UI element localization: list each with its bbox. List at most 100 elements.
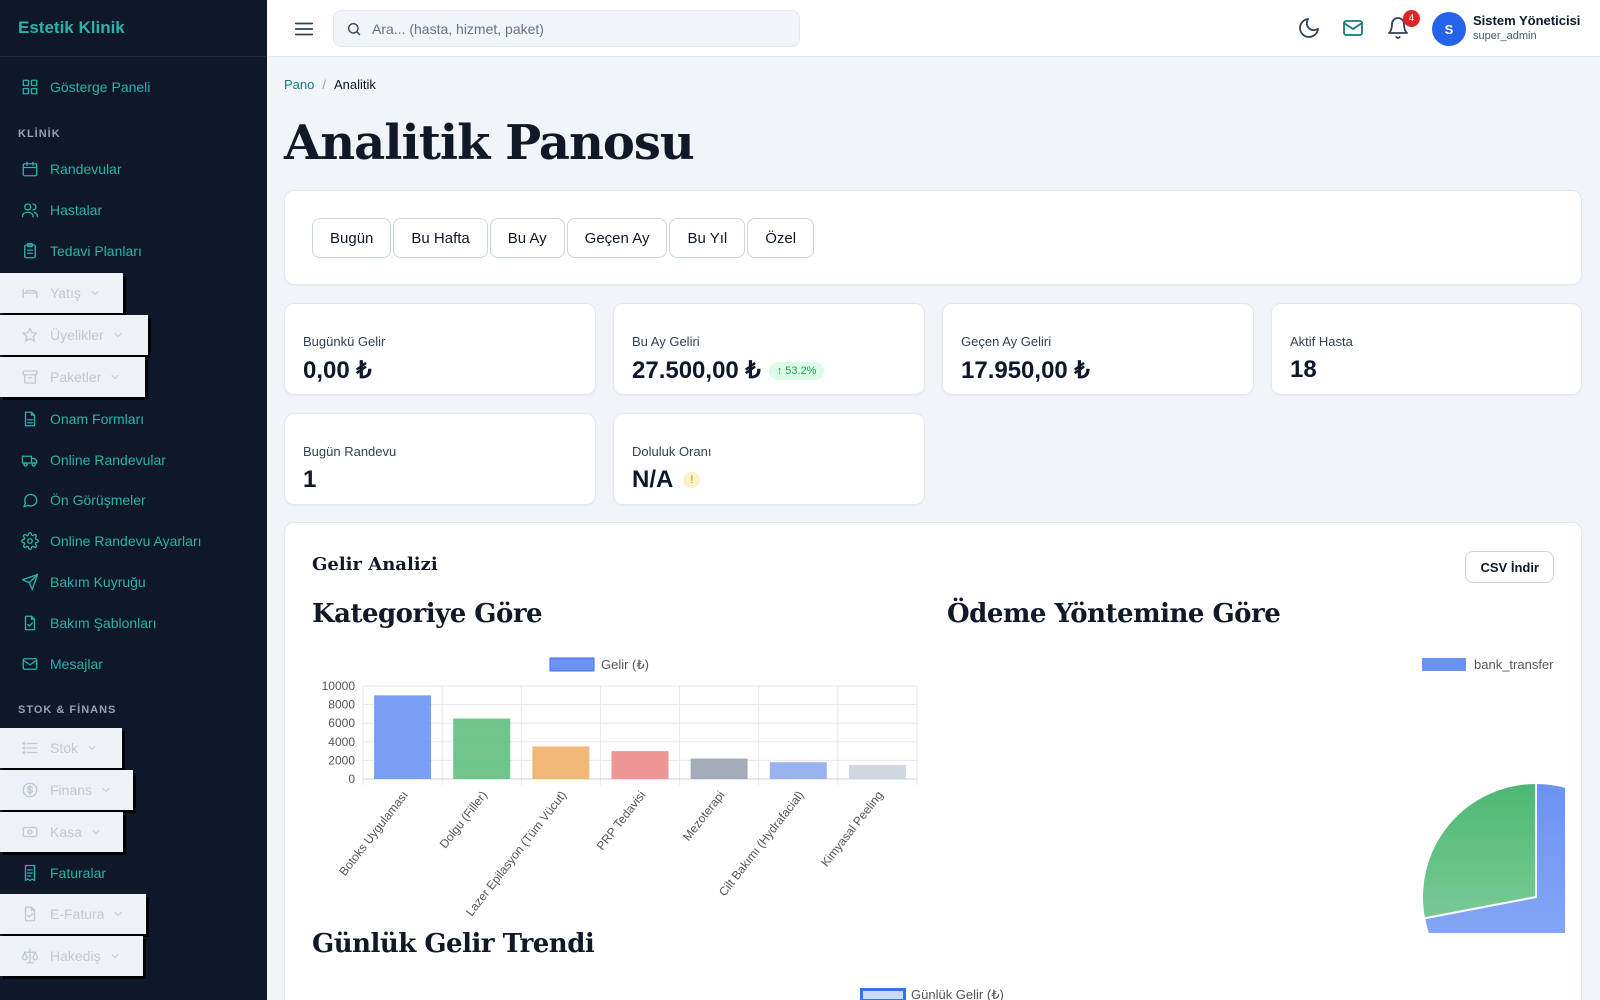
sidebar-item-tedavi-planlari[interactable]: Tedavi Planları — [0, 230, 142, 271]
sidebar-item-hakedis[interactable]: Hakediş — [0, 936, 143, 976]
stat-label: Aktif Hasta — [1290, 334, 1353, 349]
sidebar-item-label: Ön Görüşmeler — [50, 491, 146, 508]
sidebar-item-online-randevular[interactable]: Online Randevular — [0, 439, 166, 480]
stat-value: 18 — [1290, 356, 1317, 384]
notifications-bell-icon[interactable]: 4 — [1386, 10, 1420, 40]
sidebar-section-clinic: KLİNİK — [18, 128, 61, 140]
legend-swatch — [1422, 658, 1466, 671]
section-title: Gelir Analizi — [312, 554, 438, 575]
stat-value: 27.500,00 ₺ ↑ 53.2% — [632, 356, 825, 385]
mail-icon[interactable] — [1341, 16, 1365, 40]
sidebar-item-kasa[interactable]: Kasa — [0, 812, 123, 852]
trend-chart-title: Günlük Gelir Trendi — [312, 929, 595, 959]
y-tick-label: 10000 — [322, 679, 356, 693]
range-custom-button[interactable]: Özel — [747, 218, 815, 258]
stat-value-text: 18 — [1290, 356, 1317, 383]
range-today-button[interactable]: Bugün — [312, 218, 392, 258]
sidebar-item-uyelikler[interactable]: Üyelikler — [0, 315, 148, 355]
bar[interactable] — [374, 695, 432, 779]
csv-download-button[interactable]: CSV İndir — [1465, 551, 1554, 583]
stat-value-text: 27.500,00 ₺ — [632, 357, 761, 384]
bar[interactable] — [532, 746, 590, 779]
user-role: super_admin — [1473, 30, 1537, 42]
sidebar-item-label: Online Randevu Ayarları — [50, 532, 202, 549]
sidebar-item-randevular[interactable]: Randevular — [0, 148, 122, 189]
payment-chart-title: Ödeme Yöntemine Göre — [947, 599, 1281, 629]
menu-toggle-icon[interactable] — [293, 18, 315, 40]
sidebar-item-yatis[interactable]: Yatış — [0, 273, 123, 313]
bar[interactable] — [611, 751, 669, 779]
stat-card-last-month-revenue: Geçen Ay Geliri 17.950,00 ₺ — [942, 303, 1254, 395]
chevron-down-icon — [82, 826, 102, 838]
sidebar-section-finance: STOK & FİNANS — [18, 704, 117, 716]
y-tick-label: 4000 — [328, 735, 355, 749]
bar[interactable] — [690, 758, 748, 779]
bar[interactable] — [848, 765, 906, 779]
y-tick-label: 8000 — [328, 698, 355, 712]
calendar-icon — [20, 159, 40, 179]
brand-logo[interactable]: Estetik Klinik — [0, 0, 267, 57]
avatar[interactable]: S — [1432, 12, 1466, 46]
sidebar-item-e-fatura[interactable]: E-Fatura — [0, 894, 146, 934]
sidebar-item-paketler[interactable]: Paketler — [0, 357, 145, 397]
x-tick-label: Dolgu (Filler) — [437, 788, 490, 851]
sidebar-item-finans[interactable]: Finans — [0, 770, 133, 810]
pie-slice-cash[interactable] — [1421, 781, 1537, 920]
user-name[interactable]: Sistem Yöneticisi — [1473, 13, 1580, 28]
sidebar-item-hastalar[interactable]: Hastalar — [0, 189, 102, 230]
breadcrumb-separator: / — [322, 77, 326, 92]
scale-icon — [20, 946, 40, 966]
gear-icon — [20, 531, 40, 551]
sidebar-item-label: Gösterge Paneli — [50, 78, 151, 95]
sidebar-item-gosterge-paneli[interactable]: Gösterge Paneli — [0, 66, 150, 107]
sidebar-item-mesajlar[interactable]: Mesajlar — [0, 643, 103, 684]
x-tick-label: Kimyasal Peeling — [818, 788, 886, 869]
range-last-month-button[interactable]: Geçen Ay — [566, 218, 668, 258]
users-icon — [20, 200, 40, 220]
sidebar-item-label: Randevular — [50, 160, 122, 177]
search-input[interactable] — [372, 20, 772, 37]
stat-label: Bu Ay Geliri — [632, 334, 700, 349]
range-this-year-button[interactable]: Bu Yıl — [669, 218, 746, 258]
sidebar-item-label: Tedavi Planları — [50, 242, 142, 259]
bar[interactable] — [769, 762, 827, 779]
warning-badge: ! — [683, 472, 701, 488]
category-bar-chart: Gelir (₺) 0 2000 4000 6000 8000 10000 Botoks Uy… — [322, 657, 918, 919]
sidebar-item-onam-formlari[interactable]: Onam Formları — [0, 398, 144, 439]
sidebar-item-bakim-kuyrugu[interactable]: Bakım Kuyruğu — [0, 561, 146, 602]
efile-icon — [20, 904, 40, 924]
payment-pie-chart: bank_transfercash — [1421, 657, 1565, 933]
mail-icon — [20, 654, 40, 674]
sidebar-item-label: Bakım Kuyruğu — [50, 573, 146, 590]
page-title: Analitik Panosu — [284, 115, 695, 171]
sidebar-item-stok[interactable]: Stok — [0, 728, 122, 768]
legend-swatch — [549, 657, 595, 672]
file-icon — [20, 409, 40, 429]
bar[interactable] — [453, 718, 511, 779]
legend-label: Gelir (₺) — [601, 657, 649, 672]
breadcrumb-home-link[interactable]: Pano — [284, 77, 314, 92]
topbar: 4 S Sistem Yöneticisi super_admin — [267, 0, 1600, 57]
sidebar-item-bakim-sablonlari[interactable]: Bakım Şablonları — [0, 602, 157, 643]
theme-toggle-moon-icon[interactable] — [1297, 16, 1321, 40]
date-range-card: Bugün Bu Hafta Bu Ay Geçen Ay Bu Yıl Öze… — [284, 190, 1582, 285]
sidebar-item-faturalar[interactable]: Faturalar — [0, 852, 106, 893]
chevron-down-icon — [104, 908, 124, 920]
range-this-week-button[interactable]: Bu Hafta — [393, 218, 488, 258]
pie-legend: bank_transfercash — [1422, 657, 1554, 672]
date-range-buttons: Bugün Bu Hafta Bu Ay Geçen Ay Bu Yıl Öze… — [312, 218, 815, 258]
stat-value-text: N/A — [632, 466, 674, 493]
range-this-month-button[interactable]: Bu Ay — [489, 218, 565, 258]
chevron-down-icon — [104, 329, 124, 341]
stat-card-today-revenue: Bugünkü Gelir 0,00 ₺ — [284, 303, 596, 395]
sidebar: Estetik Klinik Gösterge Paneli KLİNİK Rand… — [0, 0, 267, 1000]
x-tick-label: Botoks Uygulaması — [336, 788, 411, 878]
sidebar-item-on-gorusmeler[interactable]: Ön Görüşmeler — [0, 479, 146, 520]
search-box — [333, 10, 800, 47]
stat-value: N/A ! — [632, 466, 701, 494]
sidebar-item-label: Stok — [50, 740, 79, 756]
grid-icon — [20, 77, 40, 97]
bar-legend: Gelir (₺) — [549, 657, 649, 672]
sidebar-item-online-randevu-ayarlari[interactable]: Online Randevu Ayarları — [0, 520, 202, 561]
sidebar-item-label: Bakım Şablonları — [50, 614, 157, 631]
